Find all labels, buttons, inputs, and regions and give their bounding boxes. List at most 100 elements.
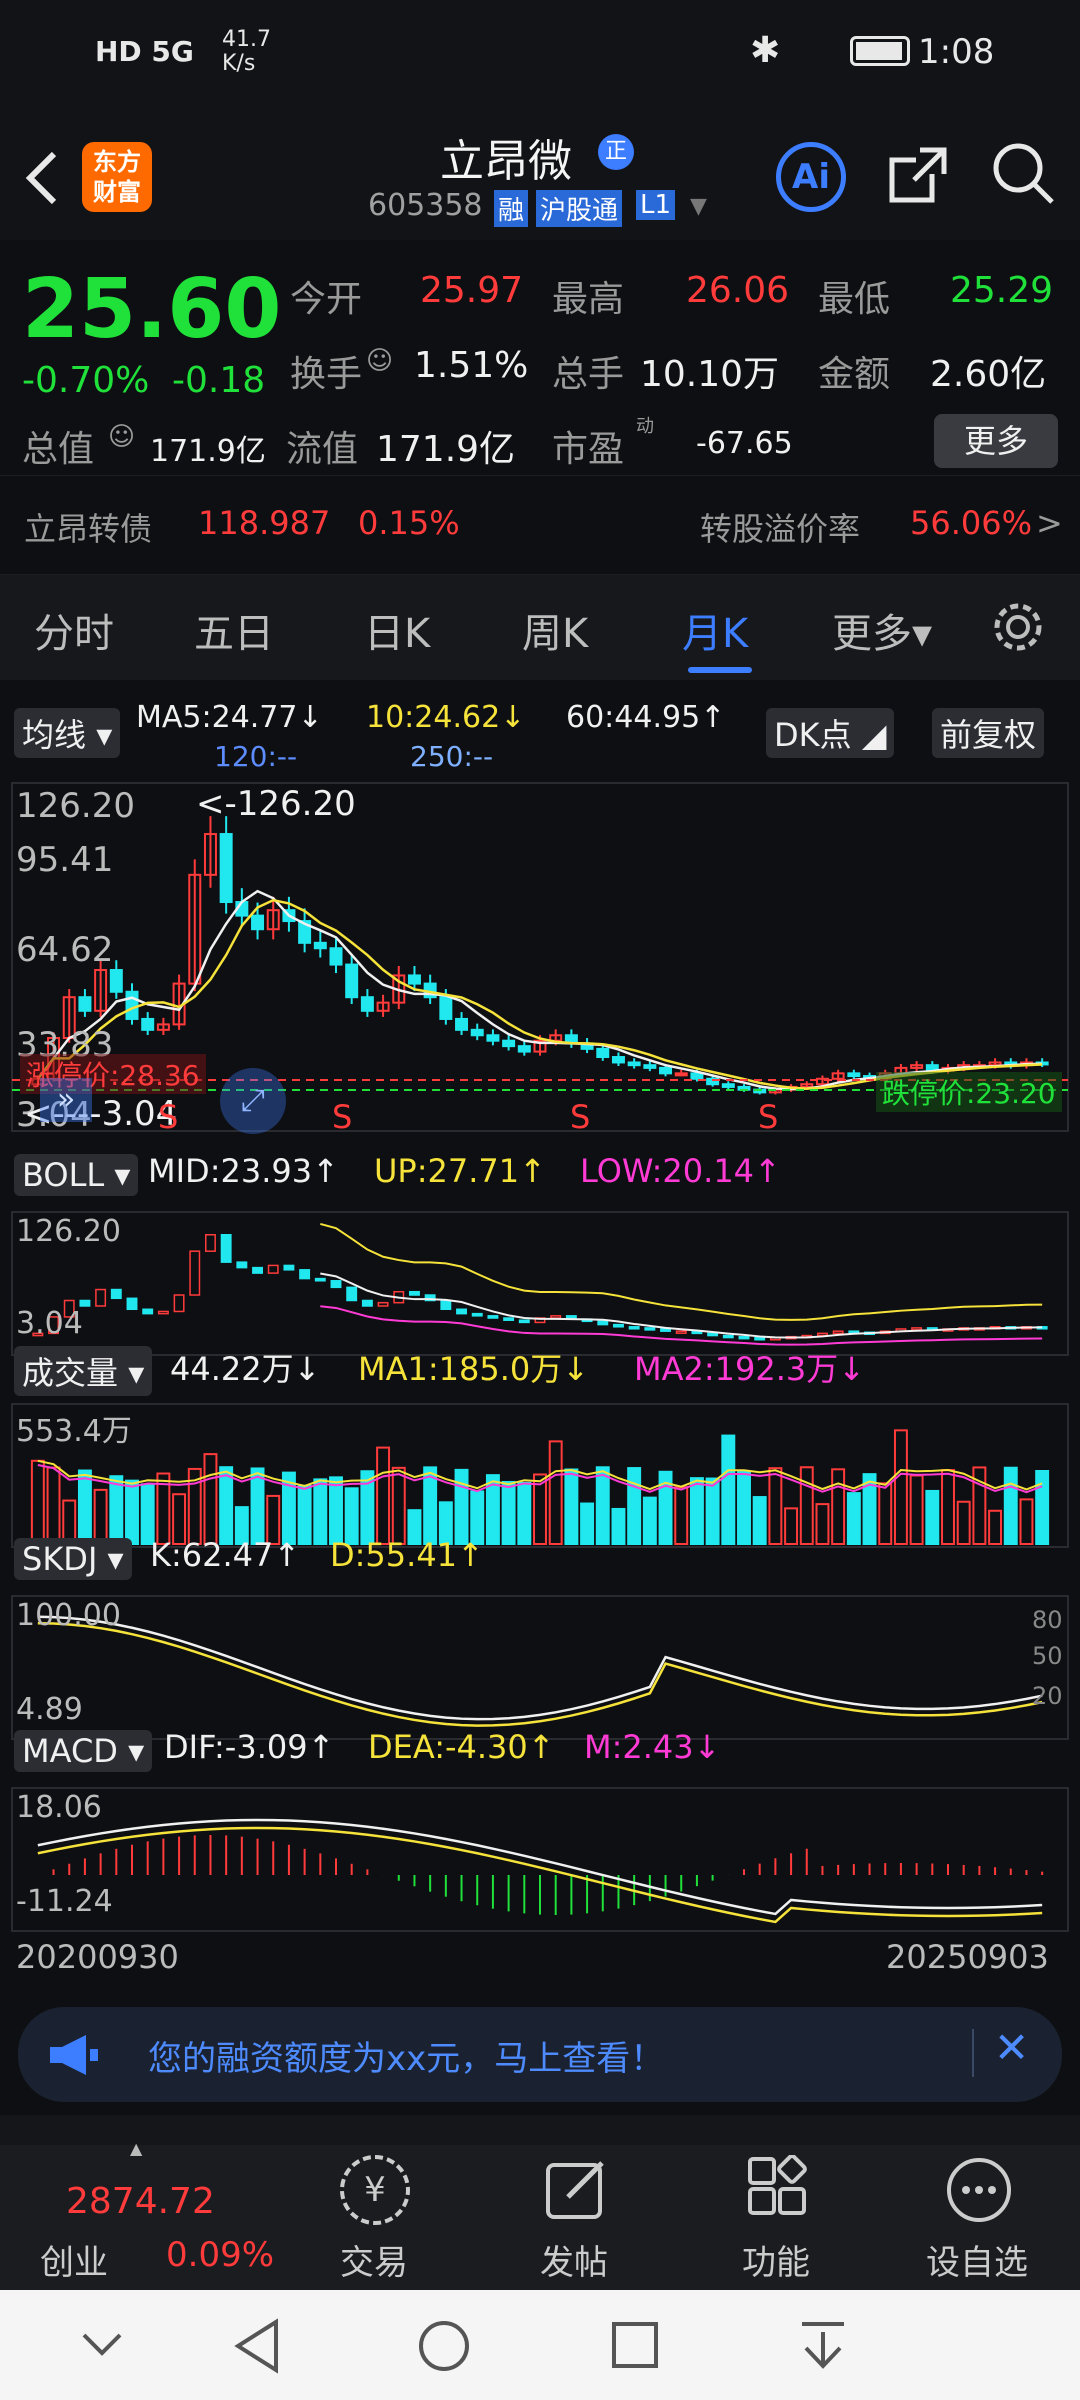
boll-candle: [644, 1327, 656, 1331]
info-icon[interactable]: ☺: [366, 346, 393, 376]
tab-monthly-k[interactable]: 月K: [682, 601, 748, 659]
volume-bar: [674, 1486, 689, 1545]
nav-trade[interactable]: 交易: [340, 2235, 408, 2284]
max-marker: <-126.20: [196, 784, 356, 824]
pe-sup: 动: [636, 416, 654, 437]
volume-bar: [30, 1459, 45, 1545]
volume-bar: [391, 1466, 406, 1545]
nav-functions[interactable]: 功能: [742, 2235, 810, 2284]
chevron-up-icon[interactable]: ▲: [130, 2139, 142, 2158]
volume-bar: [203, 1453, 218, 1545]
tab-five-day[interactable]: 五日: [194, 601, 274, 659]
volume-bar: [250, 1467, 265, 1546]
boll-low-line: [320, 1305, 1043, 1346]
tag-margin: 融: [494, 190, 529, 227]
index-value[interactable]: 2874.72: [66, 2181, 215, 2222]
candle: [329, 947, 343, 966]
tag-level[interactable]: L1: [636, 190, 676, 220]
macd-select[interactable]: MACD ▾: [14, 1730, 153, 1772]
volume-select[interactable]: 成交量 ▾: [14, 1346, 153, 1396]
volume-bar: [642, 1496, 657, 1545]
convertible-bond-row[interactable]: 立昂转债 118.987 0.15% 转股溢价率 56.06% >: [0, 475, 1080, 575]
volume-bar: [721, 1434, 736, 1546]
volume-panel-frame: [11, 1403, 1069, 1548]
boll-candle: [361, 1299, 373, 1307]
index-change[interactable]: 0.09%: [166, 2235, 274, 2275]
nav-home-icon[interactable]: [416, 2318, 472, 2374]
signal-s-1: S: [158, 1098, 179, 1136]
volume-bar: [313, 1478, 328, 1546]
nav-add-watchlist[interactable]: 设自选: [926, 2235, 1028, 2284]
tab-daily-k[interactable]: 日K: [364, 601, 430, 659]
high-label: 最高: [552, 279, 625, 320]
volume-bar: [548, 1440, 563, 1546]
more-circle-icon[interactable]: [944, 2155, 1014, 2225]
app-logo[interactable]: 东方财富: [82, 142, 152, 212]
more-button[interactable]: 更多: [934, 414, 1058, 468]
search-icon[interactable]: [990, 140, 1056, 206]
candle: [78, 996, 92, 1012]
ai-button[interactable]: Ai: [776, 142, 846, 212]
y-label-3: 64.62: [16, 930, 114, 970]
expand-icon[interactable]: ⤢: [220, 1068, 286, 1134]
tab-more[interactable]: 更多▾: [832, 601, 932, 659]
skdj-k: K:62.47↑: [150, 1536, 301, 1574]
info-icon[interactable]: ☺: [108, 422, 135, 452]
volume-bar: [564, 1468, 579, 1546]
volume-bar: [376, 1446, 391, 1545]
boll-candle: [283, 1264, 295, 1271]
boll-candle: [267, 1264, 279, 1274]
skdj-select[interactable]: SKDJ ▾: [14, 1538, 132, 1580]
tab-weekly-k[interactable]: 周K: [522, 601, 588, 659]
boll-candle: [205, 1234, 216, 1252]
boll-up-line: [320, 1222, 1043, 1321]
chart-area[interactable]: 均线 ▾ MA5:24.77↓ 10:24.62↓ 60:44.95↑ 120:…: [0, 680, 1080, 1985]
chevron-down-icon[interactable]: ▼: [690, 194, 707, 219]
boll-candle: [314, 1277, 326, 1282]
boll-low: LOW:20.14↑: [580, 1152, 781, 1190]
float-label: 流值: [286, 429, 359, 470]
back-icon[interactable]: [22, 148, 62, 208]
candle: [721, 1083, 735, 1088]
boll-select[interactable]: BOLL ▾: [14, 1154, 139, 1196]
close-icon[interactable]: ✕: [994, 2023, 1029, 2072]
boll-candle: [299, 1269, 311, 1280]
nav-recents-icon[interactable]: [610, 2320, 660, 2370]
skdj-y-min: 4.89: [16, 1692, 83, 1727]
boll-candle: [456, 1308, 467, 1315]
last-price: 25.60: [22, 262, 282, 357]
volume-bar: [297, 1484, 312, 1545]
macd-dif: DIF:-3.09↑: [164, 1728, 335, 1766]
volume-bar: [752, 1496, 767, 1545]
boll-candle: [722, 1334, 734, 1339]
volume-bar: [627, 1467, 642, 1545]
yen-circle-icon[interactable]: ¥: [340, 2155, 410, 2225]
network-speed: 41.7 K/s: [222, 27, 271, 76]
system-nav-bar: [0, 2290, 1080, 2400]
nav-post[interactable]: 发帖: [540, 2235, 608, 2284]
nav-download-icon[interactable]: [798, 2318, 848, 2374]
low-value: 25.29: [950, 270, 1054, 311]
grid-icon[interactable]: [744, 2155, 814, 2225]
nav-back-icon[interactable]: [232, 2318, 282, 2374]
tab-intraday[interactable]: 分时: [34, 601, 114, 659]
stock-name: 立昂微: [440, 136, 572, 187]
index-name[interactable]: 创业: [40, 2235, 108, 2284]
hide-keyboard-icon[interactable]: [80, 2325, 124, 2365]
margin-banner[interactable]: 您的融资额度为xx元，马上查看！ ✕: [18, 2007, 1062, 2102]
volume-ma1: MA1:185.0万↓: [358, 1350, 590, 1388]
chevron-right-icon: >: [1036, 504, 1063, 542]
share-icon[interactable]: [886, 142, 950, 206]
skdj-panel-frame: [11, 1595, 1069, 1740]
collapse-left-icon[interactable]: »: [40, 1078, 92, 1122]
boll-candle: [597, 1320, 609, 1326]
volume-bar: [1035, 1470, 1050, 1546]
skdj-k-line: [37, 1615, 1043, 1721]
chart-canvas[interactable]: [0, 680, 1080, 1985]
volume-bar: [815, 1503, 830, 1546]
volume-bar: [768, 1467, 783, 1545]
settings-gear-icon[interactable]: [990, 599, 1046, 655]
volume-bar: [454, 1468, 469, 1545]
edit-icon[interactable]: [542, 2155, 612, 2225]
candle: [313, 941, 327, 950]
